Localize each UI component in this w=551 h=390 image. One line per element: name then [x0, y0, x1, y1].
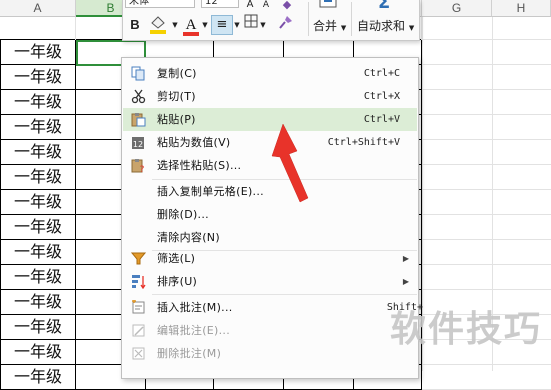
watermark: 软件技巧 [390, 309, 543, 350]
